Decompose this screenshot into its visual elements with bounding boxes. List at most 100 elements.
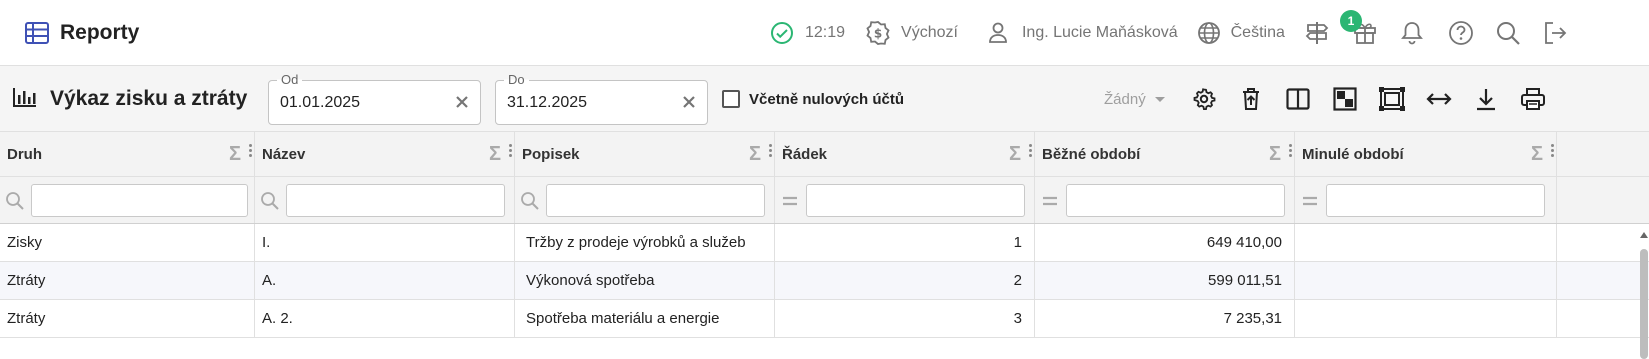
connection-status[interactable]: 12:19 bbox=[770, 21, 845, 45]
user-icon bbox=[988, 22, 1008, 44]
column-menu-icon[interactable] bbox=[769, 144, 772, 158]
expand-horizontal-icon[interactable] bbox=[1415, 91, 1462, 107]
column-header-nazev[interactable]: Název Σ bbox=[255, 132, 515, 176]
settings-icon[interactable] bbox=[1180, 87, 1227, 111]
table-row[interactable]: Zisky I. Tržby z prodeje výrobků a služe… bbox=[0, 224, 1649, 262]
sum-icon[interactable]: Σ bbox=[749, 143, 761, 166]
equals-icon[interactable] bbox=[780, 191, 800, 216]
column-title: Název bbox=[262, 145, 306, 163]
company-selector[interactable]: $ Výchozí bbox=[865, 20, 958, 46]
column-title: Minulé období bbox=[1302, 145, 1404, 163]
equals-icon[interactable] bbox=[1300, 191, 1320, 216]
cell-minule-obdobi[interactable] bbox=[1295, 224, 1557, 261]
equals-icon[interactable] bbox=[1040, 191, 1060, 216]
checkbox-box[interactable] bbox=[722, 90, 740, 108]
bell-icon[interactable] bbox=[1400, 20, 1424, 46]
delete-upload-icon[interactable] bbox=[1227, 87, 1274, 111]
sum-icon[interactable]: Σ bbox=[489, 143, 501, 166]
table-row[interactable]: Ztráty A. Výkonová spotřeba 2 599 011,51 bbox=[0, 262, 1649, 300]
column-header-minule-obdobi[interactable]: Minulé období Σ bbox=[1295, 132, 1557, 176]
filter-input-druh[interactable] bbox=[31, 184, 248, 217]
column-header-druh[interactable]: Druh Σ bbox=[0, 132, 255, 176]
include-zero-accounts-checkbox[interactable]: Včetně nulových účtů bbox=[722, 66, 904, 132]
column-menu-icon[interactable] bbox=[1029, 144, 1032, 158]
split-columns-icon[interactable] bbox=[1274, 88, 1321, 110]
date-from-value[interactable]: 01.01.2025 bbox=[280, 94, 360, 112]
language-selector[interactable]: Čeština bbox=[1197, 21, 1285, 45]
cell-nazev[interactable]: A. bbox=[255, 262, 515, 299]
table-row[interactable]: Ztráty A. 2. Spotřeba materiálu a energi… bbox=[0, 300, 1649, 338]
signpost-icon[interactable] bbox=[1304, 20, 1330, 46]
fit-frame-icon[interactable] bbox=[1368, 87, 1415, 111]
sum-icon[interactable]: Σ bbox=[229, 143, 241, 166]
search-icon[interactable] bbox=[520, 191, 540, 216]
vertical-scrollbar[interactable] bbox=[1639, 227, 1649, 359]
report-toolbar: Výkaz zisku a ztráty Od 01.01.2025 Do 31… bbox=[0, 66, 1649, 132]
cell-radek[interactable]: 1 bbox=[775, 224, 1035, 261]
filter-input-minule-obdobi[interactable] bbox=[1326, 184, 1545, 217]
cell-nazev[interactable]: I. bbox=[255, 224, 515, 261]
column-header-radek[interactable]: Řádek Σ bbox=[775, 132, 1035, 176]
language-name: Čeština bbox=[1230, 24, 1285, 41]
cell-druh[interactable]: Ztráty bbox=[0, 262, 255, 299]
cell-bezne-obdobi[interactable]: 7 235,31 bbox=[1035, 300, 1295, 337]
logout-icon[interactable] bbox=[1542, 20, 1568, 46]
layout-select[interactable]: Žádný bbox=[1104, 66, 1166, 132]
filter-input-nazev[interactable] bbox=[286, 184, 505, 217]
date-from-field[interactable]: Od 01.01.2025 bbox=[268, 72, 481, 125]
cell-nazev[interactable]: A. 2. bbox=[255, 300, 515, 337]
date-to-field[interactable]: Do 31.12.2025 bbox=[495, 72, 708, 125]
search-icon[interactable] bbox=[5, 191, 25, 216]
svg-text:$: $ bbox=[874, 27, 882, 41]
date-from-label: Od bbox=[277, 72, 303, 87]
cell-radek[interactable]: 3 bbox=[775, 300, 1035, 337]
clear-date-to-icon[interactable] bbox=[680, 93, 698, 116]
bar-chart-icon bbox=[12, 86, 38, 113]
search-icon[interactable] bbox=[260, 191, 280, 216]
clock-time: 12:19 bbox=[805, 24, 846, 41]
print-icon[interactable] bbox=[1509, 87, 1556, 111]
cell-druh[interactable]: Ztráty bbox=[0, 300, 255, 337]
search-icon[interactable] bbox=[1495, 20, 1521, 46]
sum-icon[interactable]: Σ bbox=[1531, 143, 1543, 166]
report-title: Výkaz zisku a ztráty bbox=[50, 87, 248, 110]
clear-date-from-icon[interactable] bbox=[453, 93, 471, 116]
column-title: Popisek bbox=[522, 145, 580, 163]
scroll-up-arrow-icon[interactable] bbox=[1640, 232, 1648, 238]
sum-icon[interactable]: Σ bbox=[1269, 143, 1281, 166]
cell-radek[interactable]: 2 bbox=[775, 262, 1035, 299]
column-menu-icon[interactable] bbox=[1289, 144, 1292, 158]
cell-popisek[interactable]: Spotřeba materiálu a energie bbox=[515, 300, 775, 337]
layout-select-value: Žádný bbox=[1104, 90, 1146, 108]
cell-druh[interactable]: Zisky bbox=[0, 224, 255, 261]
download-icon[interactable] bbox=[1462, 87, 1509, 111]
column-menu-icon[interactable] bbox=[509, 144, 512, 158]
grid-filter-row bbox=[0, 177, 1649, 224]
company-name: Výchozí bbox=[901, 24, 958, 41]
cell-bezne-obdobi[interactable]: 649 410,00 bbox=[1035, 224, 1295, 261]
dollar-badge-icon: $ bbox=[865, 20, 891, 46]
cell-minule-obdobi[interactable] bbox=[1295, 300, 1557, 337]
check-circle-icon bbox=[770, 21, 794, 45]
cell-popisek[interactable]: Výkonová spotřeba bbox=[515, 262, 775, 299]
column-title: Druh bbox=[7, 145, 42, 163]
filter-input-popisek[interactable] bbox=[546, 184, 765, 217]
cell-minule-obdobi[interactable] bbox=[1295, 262, 1557, 299]
scrollbar-thumb[interactable] bbox=[1640, 249, 1648, 359]
cell-bezne-obdobi[interactable]: 599 011,51 bbox=[1035, 262, 1295, 299]
column-header-popisek[interactable]: Popisek Σ bbox=[515, 132, 775, 176]
column-menu-icon[interactable] bbox=[1551, 144, 1554, 158]
filter-input-radek[interactable] bbox=[806, 184, 1025, 217]
sum-icon[interactable]: Σ bbox=[1009, 143, 1021, 166]
gift-badge: 1 bbox=[1340, 10, 1362, 32]
include-zero-accounts-label: Včetně nulových účtů bbox=[749, 90, 905, 108]
column-menu-icon[interactable] bbox=[249, 144, 252, 158]
help-icon[interactable] bbox=[1448, 20, 1474, 46]
cell-popisek[interactable]: Tržby z prodeje výrobků a služeb bbox=[515, 224, 775, 261]
column-title: Běžné období bbox=[1042, 145, 1141, 163]
checkerboard-icon[interactable] bbox=[1321, 87, 1368, 111]
user-menu[interactable]: Ing. Lucie Maňásková bbox=[988, 22, 1178, 44]
filter-input-bezne-obdobi[interactable] bbox=[1066, 184, 1285, 217]
column-header-bezne-obdobi[interactable]: Běžné období Σ bbox=[1035, 132, 1295, 176]
date-to-value[interactable]: 31.12.2025 bbox=[507, 94, 587, 112]
